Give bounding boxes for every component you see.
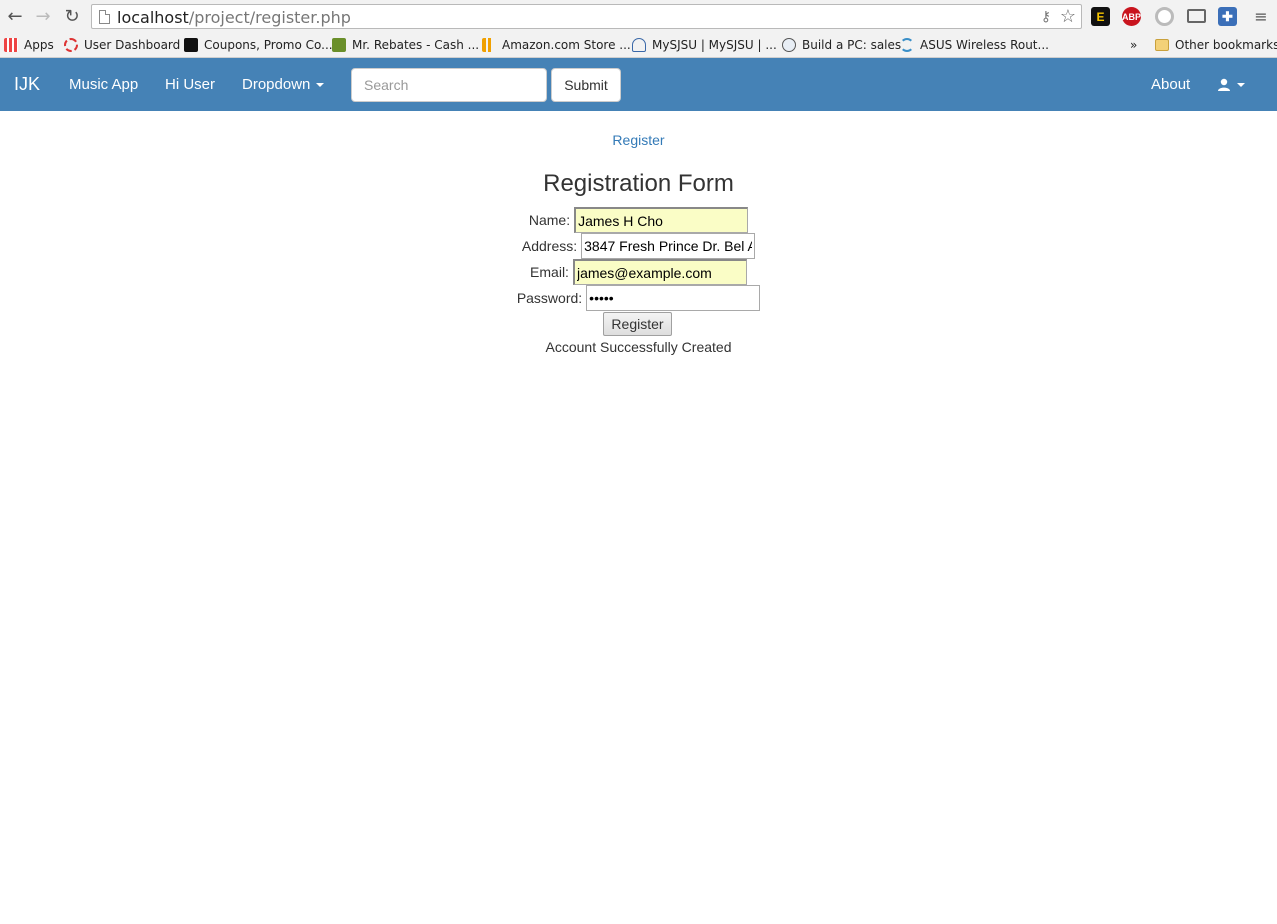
register-link-row: Register bbox=[0, 132, 1277, 148]
bookmark-label: Coupons, Promo Co... bbox=[204, 38, 333, 52]
adblock-icon[interactable]: ABP bbox=[1122, 7, 1141, 26]
bookmarks-bar: Apps User Dashboard Coupons, Promo Co...… bbox=[0, 33, 1277, 57]
email-label: Email: bbox=[530, 264, 569, 280]
navbar: IJK Music App Hi User Dropdown Submit Ab… bbox=[0, 58, 1277, 111]
browser-toolbar: ← → ↻ localhost/project/register.php ⚷ ☆… bbox=[0, 0, 1277, 33]
user-menu[interactable] bbox=[1217, 58, 1245, 111]
bookmark-mysjsu[interactable]: MySJSU | MySJSU | ... bbox=[632, 36, 777, 54]
nav-dropdown[interactable]: Dropdown bbox=[242, 58, 325, 111]
page-icon bbox=[99, 10, 110, 24]
dashboard-icon bbox=[64, 38, 78, 52]
search-input[interactable] bbox=[351, 68, 547, 102]
nav-dropdown-label: Dropdown bbox=[242, 76, 311, 93]
address-bar[interactable]: localhost/project/register.php ⚷ ☆ bbox=[91, 4, 1082, 29]
url-path: /project/register.php bbox=[188, 8, 351, 27]
name-row: Name: bbox=[0, 207, 1277, 233]
url-text[interactable]: localhost/project/register.php bbox=[117, 8, 351, 27]
bookmark-amazon[interactable]: Amazon.com Store ... bbox=[482, 36, 631, 54]
reddit-icon bbox=[782, 38, 796, 52]
bookmark-label: User Dashboard bbox=[84, 38, 181, 52]
submit-button[interactable]: Submit bbox=[551, 68, 621, 102]
name-label: Name: bbox=[528, 212, 571, 228]
apps-grid-icon bbox=[4, 38, 18, 52]
other-bookmarks-label: Other bookmarks bbox=[1175, 38, 1277, 52]
bookmark-label: Apps bbox=[24, 38, 54, 52]
browser-chrome: ← → ↻ localhost/project/register.php ⚷ ☆… bbox=[0, 0, 1277, 58]
bookmark-asus-wireless[interactable]: ASUS Wireless Rout... bbox=[900, 36, 1049, 54]
extension-e-icon[interactable]: E bbox=[1091, 7, 1110, 26]
name-field[interactable] bbox=[574, 207, 749, 233]
forward-arrow-icon[interactable]: → bbox=[32, 5, 54, 27]
folder-icon bbox=[1155, 39, 1169, 51]
url-host: localhost bbox=[117, 8, 189, 27]
navbar-brand[interactable]: IJK bbox=[14, 58, 40, 111]
bookmark-apps[interactable]: Apps bbox=[4, 36, 54, 54]
more-bookmarks-button[interactable]: » bbox=[1130, 36, 1137, 54]
nav-about[interactable]: About bbox=[1151, 58, 1190, 111]
bookmark-build-a-pc[interactable]: Build a PC: sales bbox=[782, 36, 901, 54]
coupon-icon bbox=[184, 38, 198, 52]
password-row: Password: bbox=[0, 285, 1277, 311]
adblock-label: ABP bbox=[1122, 11, 1142, 22]
cast-icon[interactable] bbox=[1187, 9, 1206, 23]
email-row: Email: bbox=[0, 259, 1277, 285]
back-arrow-icon[interactable]: ← bbox=[4, 5, 26, 27]
password-field[interactable] bbox=[586, 285, 761, 311]
form-title: Registration Form bbox=[543, 170, 734, 197]
nav-hi-user[interactable]: Hi User bbox=[165, 58, 215, 111]
bookmark-user-dashboard[interactable]: User Dashboard bbox=[64, 36, 180, 54]
bookmark-coupons[interactable]: Coupons, Promo Co... bbox=[184, 36, 333, 54]
bookmark-label: Mr. Rebates - Cash ... bbox=[352, 38, 480, 52]
status-message: Account Successfully Created bbox=[545, 339, 732, 355]
caret-down-icon bbox=[316, 82, 325, 87]
bookmark-star-icon[interactable]: ☆ bbox=[1060, 6, 1076, 27]
sjsu-icon bbox=[632, 38, 646, 52]
key-icon[interactable]: ⚷ bbox=[1041, 8, 1051, 25]
puzzle-extension-icon[interactable]: ✚ bbox=[1218, 7, 1237, 26]
bookmark-label: Amazon.com Store ... bbox=[502, 38, 631, 52]
bookmark-label: MySJSU | MySJSU | ... bbox=[652, 38, 777, 52]
reload-icon[interactable]: ↻ bbox=[61, 5, 83, 27]
amazon-icon bbox=[482, 38, 496, 52]
email-field[interactable] bbox=[572, 259, 747, 285]
caret-down-icon bbox=[1237, 82, 1245, 87]
bookmark-mr-rebates[interactable]: Mr. Rebates - Cash ... bbox=[332, 36, 479, 54]
bookmark-label: ASUS Wireless Rout... bbox=[920, 38, 1049, 52]
bookmark-label: Build a PC: sales bbox=[802, 38, 902, 52]
address-label: Address: bbox=[521, 238, 578, 254]
wireless-icon bbox=[900, 38, 914, 52]
rebates-icon bbox=[332, 38, 346, 52]
extension-circle-icon[interactable] bbox=[1155, 7, 1174, 26]
password-label: Password: bbox=[516, 290, 583, 306]
address-field[interactable] bbox=[581, 233, 756, 259]
register-link[interactable]: Register bbox=[612, 132, 664, 148]
nav-music-app[interactable]: Music App bbox=[69, 58, 138, 111]
user-icon bbox=[1218, 78, 1230, 91]
other-bookmarks-folder[interactable]: Other bookmarks bbox=[1155, 36, 1277, 54]
register-button[interactable]: Register bbox=[603, 312, 672, 336]
menu-icon[interactable]: ≡ bbox=[1250, 5, 1272, 27]
more-bookmarks-label: » bbox=[1130, 38, 1138, 52]
address-row: Address: bbox=[0, 233, 1277, 259]
